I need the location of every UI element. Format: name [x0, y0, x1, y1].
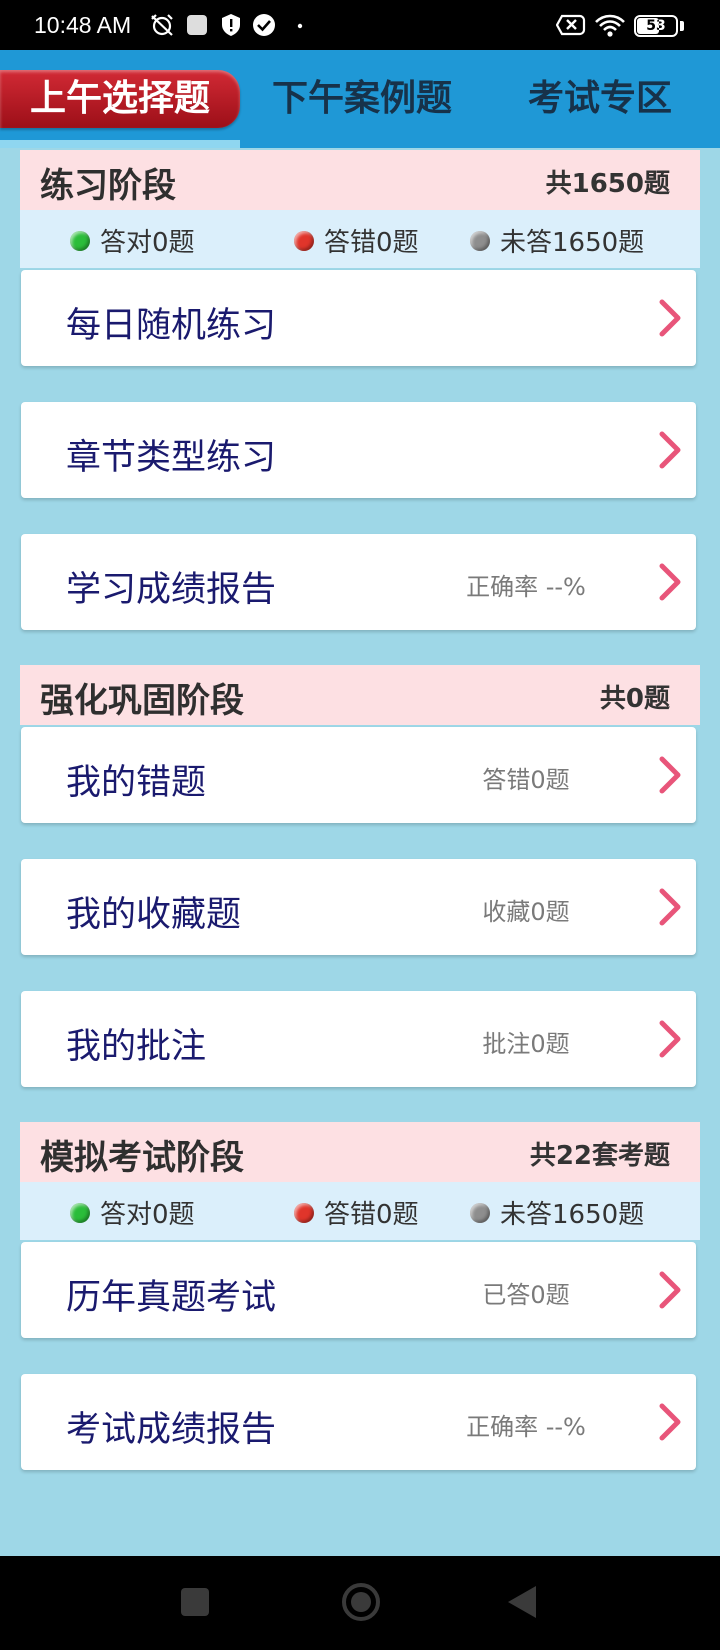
- red-dot-icon: [294, 230, 314, 251]
- status-time: 10:48 AM: [34, 12, 132, 38]
- chevron-right-icon: [659, 431, 681, 469]
- my-favorites-item[interactable]: 我的收藏题 收藏0题: [21, 859, 696, 955]
- item-info: 已答0题: [482, 1281, 570, 1309]
- green-dot-icon: [70, 230, 90, 251]
- stat-unanswered: 未答1650题: [470, 1194, 644, 1231]
- chapter-type-practice-item[interactable]: 章节类型练习: [21, 402, 696, 498]
- tab-morning-choice[interactable]: 上午选择题: [0, 70, 240, 128]
- item-label: 章节类型练习: [66, 438, 277, 478]
- red-dot-icon: [294, 1202, 314, 1223]
- section-total: 共22套考题: [529, 1141, 670, 1171]
- notification-square-icon: [187, 15, 207, 35]
- item-label: 我的错题: [66, 763, 207, 803]
- home-circle-icon[interactable]: [340, 1579, 382, 1625]
- stat-correct: 答对0题: [70, 1194, 195, 1231]
- chevron-right-icon: [659, 1020, 681, 1058]
- item-label: 历年真题考试: [66, 1278, 277, 1318]
- shield-alert-icon: [222, 14, 240, 36]
- sim-off-icon: [556, 14, 586, 36]
- practice-stats: 答对0题 答错0题 未答1650题: [20, 210, 700, 268]
- chevron-right-icon: [659, 1271, 681, 1309]
- battery-tip: [680, 21, 684, 31]
- section-total: 共0题: [599, 684, 670, 714]
- active-tab-indicator: [0, 140, 240, 148]
- tab-exam-zone[interactable]: 考试专区: [490, 70, 710, 128]
- section-total: 共1650题: [545, 169, 670, 199]
- stat-correct: 答对0题: [70, 222, 195, 259]
- chevron-right-icon: [659, 299, 681, 337]
- exam-score-report-item[interactable]: 考试成绩报告 正确率 --%: [21, 1374, 696, 1470]
- section-title: 强化巩固阶段: [40, 681, 244, 721]
- section-header-reinforce: 强化巩固阶段 共0题: [20, 665, 700, 725]
- battery-level: 53: [646, 18, 666, 34]
- item-info: 答错0题: [482, 766, 570, 794]
- stat-wrong: 答错0题: [294, 1194, 419, 1231]
- chevron-right-icon: [659, 1403, 681, 1441]
- item-label: 我的批注: [66, 1027, 207, 1067]
- item-label: 我的收藏题: [66, 895, 242, 935]
- my-wrong-questions-item[interactable]: 我的错题 答错0题: [21, 727, 696, 823]
- item-label: 学习成绩报告: [66, 570, 277, 610]
- more-dot-icon: [297, 23, 303, 29]
- gray-dot-icon: [470, 1202, 490, 1223]
- green-dot-icon: [70, 1202, 90, 1223]
- alarm-off-icon: [151, 14, 173, 36]
- battery-icon: 53: [634, 15, 678, 37]
- item-label: 考试成绩报告: [66, 1410, 277, 1450]
- item-info: 批注0题: [482, 1030, 570, 1058]
- wifi-icon: [595, 14, 625, 37]
- tab-bar: 上午选择题 下午案例题 考试专区: [0, 50, 720, 148]
- system-nav-bar: [0, 1556, 720, 1650]
- gray-dot-icon: [470, 230, 490, 251]
- section-header-practice: 练习阶段 共1650题: [20, 150, 700, 210]
- section-title: 练习阶段: [40, 166, 176, 206]
- stat-wrong: 答错0题: [294, 222, 419, 259]
- item-info: 收藏0题: [482, 898, 570, 926]
- item-label: 每日随机练习: [66, 306, 277, 346]
- section-header-mock-exam: 模拟考试阶段 共22套考题: [20, 1122, 700, 1182]
- stat-unanswered: 未答1650题: [470, 222, 644, 259]
- study-score-report-item[interactable]: 学习成绩报告 正确率 --%: [21, 534, 696, 630]
- mock-stats: 答对0题 答错0题 未答1650题: [20, 1182, 700, 1240]
- recents-square-icon[interactable]: [180, 1579, 210, 1625]
- my-annotations-item[interactable]: 我的批注 批注0题: [21, 991, 696, 1087]
- section-title: 模拟考试阶段: [40, 1138, 244, 1178]
- status-bar: 10:48 AM 53: [0, 0, 720, 50]
- daily-random-practice-item[interactable]: 每日随机练习: [21, 270, 696, 366]
- past-exam-item[interactable]: 历年真题考试 已答0题: [21, 1242, 696, 1338]
- tab-afternoon-case[interactable]: 下午案例题: [252, 70, 472, 128]
- item-info: 正确率 --%: [466, 573, 586, 601]
- back-triangle-icon[interactable]: [506, 1579, 538, 1625]
- check-circle-icon: [253, 14, 275, 36]
- chevron-right-icon: [659, 563, 681, 601]
- chevron-right-icon: [659, 756, 681, 794]
- item-info: 正确率 --%: [466, 1413, 586, 1441]
- chevron-right-icon: [659, 888, 681, 926]
